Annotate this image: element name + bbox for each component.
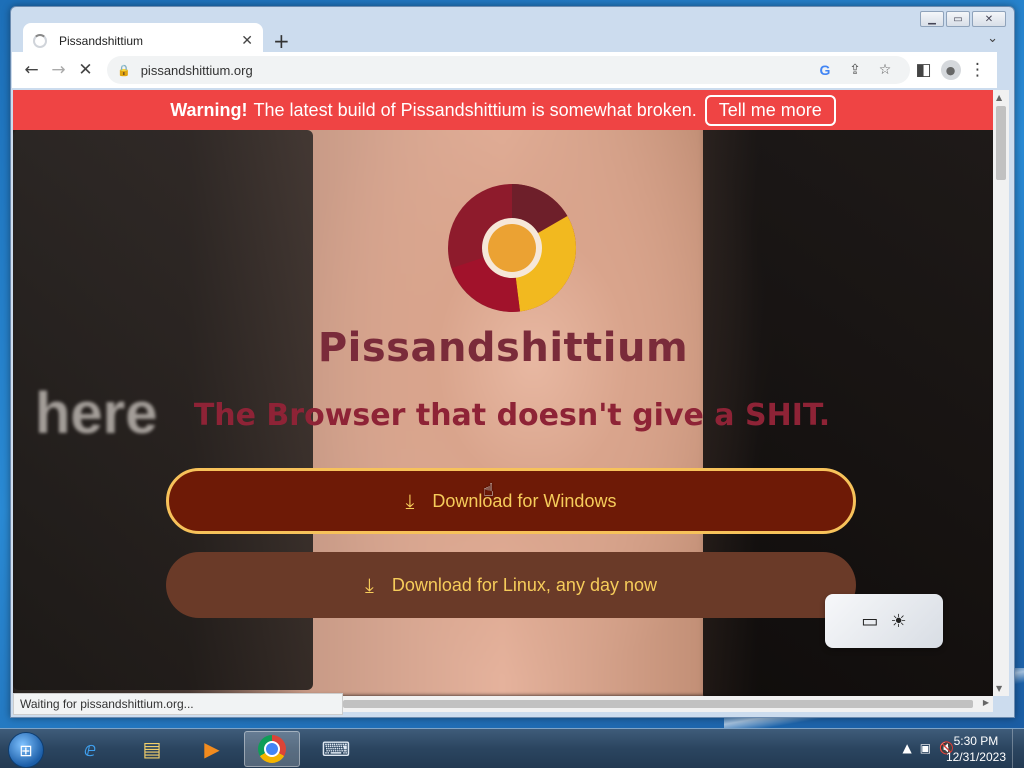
warning-text: The latest build of Pissandshittium is s…: [253, 99, 697, 120]
network-icon[interactable]: ▣: [920, 741, 931, 755]
show-hidden-icons-icon[interactable]: ▲: [902, 741, 911, 755]
loading-spinner-icon: [33, 34, 47, 48]
tab-title: Pissandshittium: [59, 34, 144, 48]
vertical-scrollbar[interactable]: ▲ ▼: [993, 90, 1009, 696]
bookmark-star-icon[interactable]: ☆: [870, 62, 900, 78]
theme-switcher: ▭ ☀: [825, 594, 943, 648]
side-panel-icon[interactable]: ◧: [910, 56, 937, 84]
menu-kebab-icon[interactable]: ⋮: [964, 56, 991, 84]
tagline: The Browser that doesn't give a SHIT.: [193, 398, 831, 433]
clock-date: 12/31/2023: [945, 750, 1006, 764]
internet-explorer-icon[interactable]: ⅇ: [62, 731, 118, 767]
sun-theme-icon[interactable]: ☀: [890, 611, 906, 632]
person-icon: ●: [940, 60, 961, 80]
brand-logo-icon: [448, 184, 576, 312]
download-windows-button[interactable]: ⤓ Download for Windows: [166, 468, 856, 534]
vertical-scroll-thumb[interactable]: [996, 106, 1006, 180]
scroll-up-arrow-icon[interactable]: ▲: [996, 93, 1002, 102]
hand-cursor-icon: ☝: [483, 480, 494, 501]
horizontal-scroll-thumb[interactable]: [343, 700, 973, 708]
lock-icon[interactable]: 🔒: [117, 64, 131, 77]
profile-avatar[interactable]: ●: [937, 56, 964, 84]
download-windows-label: Download for Windows: [432, 490, 617, 511]
download-icon: ⤓: [405, 489, 415, 513]
close-icon[interactable]: ✕: [241, 33, 253, 49]
media-player-icon[interactable]: ▶: [184, 731, 240, 767]
download-linux-button[interactable]: ⤓ Download for Linux, any day now: [166, 552, 856, 618]
chrome-icon: [258, 735, 286, 763]
page-viewport: here Warning! The latest build of Pissan…: [13, 90, 993, 696]
tell-me-more-button[interactable]: Tell me more: [704, 94, 836, 126]
browser-toolbar: ← → ✕ 🔒 pissandshittium.org G ⇪ ☆ ◧ ● ⋮: [12, 52, 997, 88]
share-icon[interactable]: ⇪: [840, 62, 870, 78]
clock[interactable]: 5:30 PM 12/31/2023: [946, 733, 1006, 765]
tab-search-chevron-icon[interactable]: ⌄: [987, 31, 998, 46]
new-tab-button[interactable]: +: [273, 29, 290, 53]
google-lens-icon[interactable]: G: [810, 62, 840, 78]
download-icon: ⤓: [364, 573, 374, 597]
warning-label: Warning!: [170, 99, 248, 120]
warning-banner: Warning! The latest build of Pissandshit…: [13, 90, 993, 130]
clock-time: 5:30 PM: [953, 734, 999, 748]
stop-loading-icon[interactable]: ✕: [72, 56, 99, 84]
url-text[interactable]: pissandshittium.org: [141, 63, 810, 78]
taskbar: ⊞ ⅇ ▤ ▶ ⌨ ▲ ▣ 🔇 5:30 PM 12/31/2023: [0, 728, 1024, 768]
address-bar[interactable]: 🔒 pissandshittium.org G ⇪ ☆: [107, 56, 910, 84]
status-bubble: Waiting for pissandshittium.org...: [13, 693, 343, 715]
forward-arrow-icon[interactable]: →: [45, 56, 72, 84]
monitor-theme-icon[interactable]: ▭: [861, 611, 878, 632]
show-desktop-button[interactable]: [1012, 729, 1024, 768]
download-linux-label: Download for Linux, any day now: [391, 574, 657, 595]
keyboard-icon[interactable]: ⌨: [308, 731, 364, 767]
back-arrow-icon[interactable]: ←: [18, 56, 45, 84]
start-button[interactable]: ⊞: [8, 732, 44, 768]
chrome-taskbar-button[interactable]: [244, 731, 300, 767]
brand-name: Pissandshittium: [317, 325, 689, 371]
scroll-right-arrow-icon[interactable]: ▶: [983, 698, 989, 707]
scroll-down-arrow-icon[interactable]: ▼: [996, 684, 1002, 693]
folder-icon[interactable]: ▤: [124, 731, 180, 767]
